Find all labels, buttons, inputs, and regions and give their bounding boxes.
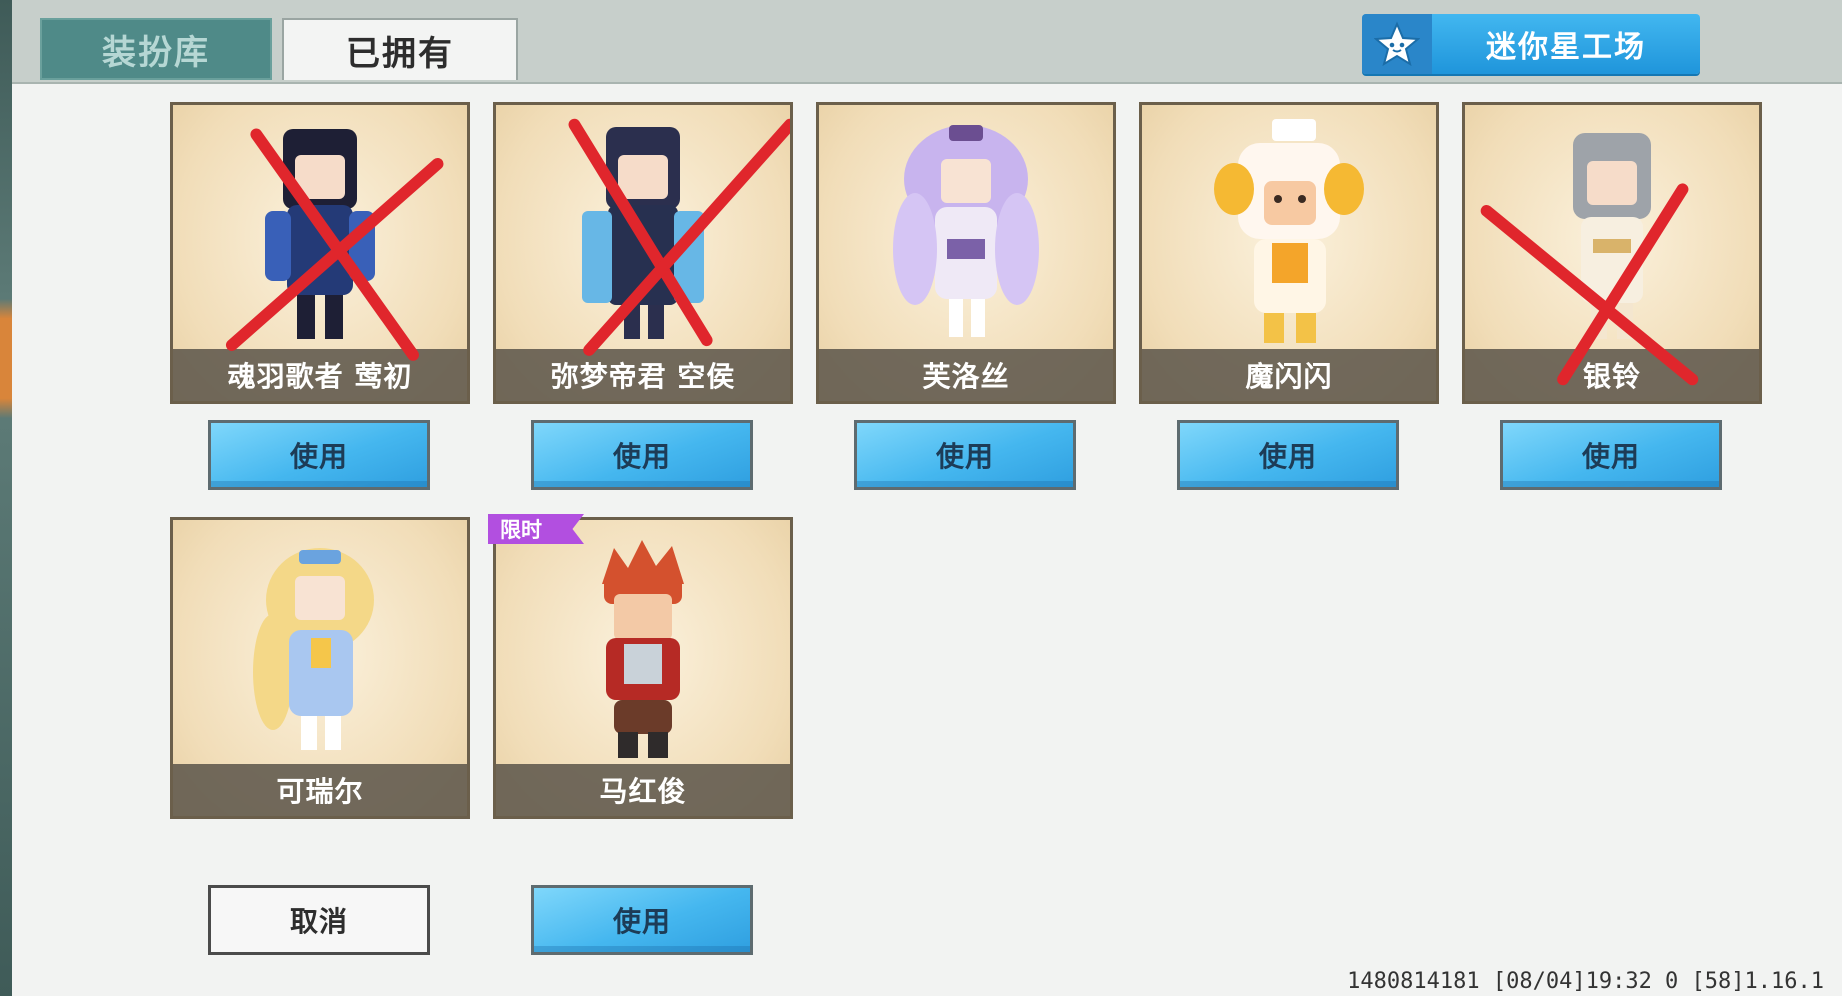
character-figure xyxy=(1573,133,1651,339)
tab-owned[interactable]: 已拥有 xyxy=(282,18,518,80)
skin-name: 弥梦帝君 空侯 xyxy=(496,349,790,401)
skin-card-5[interactable]: 银铃 xyxy=(1462,102,1762,404)
skin-name: 芙洛丝 xyxy=(819,349,1113,401)
skin-card-6[interactable]: 可瑞尔 xyxy=(170,517,470,819)
mini-workshop-button[interactable]: 迷你星工场 xyxy=(1362,14,1700,74)
cancel-button[interactable]: 取消 xyxy=(208,885,430,955)
skin-card-1[interactable]: 魂羽歌者 莺初 xyxy=(170,102,470,404)
skin-card-2[interactable]: 弥梦帝君 空侯 xyxy=(493,102,793,404)
left-edge-strip xyxy=(0,0,12,996)
character-figure xyxy=(602,540,684,758)
use-button[interactable]: 使用 xyxy=(531,420,753,490)
character-figure xyxy=(265,129,375,339)
skin-name: 魂羽歌者 莺初 xyxy=(173,349,467,401)
use-button[interactable]: 使用 xyxy=(531,885,753,955)
use-button[interactable]: 使用 xyxy=(1177,420,1399,490)
mini-workshop-label: 迷你星工场 xyxy=(1486,30,1646,65)
skin-name: 马红俊 xyxy=(496,764,790,816)
skin-card-4[interactable]: 魔闪闪 xyxy=(1139,102,1439,404)
character-figure xyxy=(1214,119,1364,343)
character-figure xyxy=(582,127,704,339)
skin-name: 银铃 xyxy=(1465,349,1759,401)
status-footer: 1480814181 [08/04]19:32 0 [58]1.16.1 xyxy=(1347,969,1824,994)
top-bar: 装扮库 已拥有 迷你星工场 xyxy=(12,0,1842,84)
character-figure xyxy=(893,125,1039,337)
character-figure xyxy=(253,548,374,750)
use-button[interactable]: 使用 xyxy=(208,420,430,490)
tab-wardrobe[interactable]: 装扮库 xyxy=(40,18,272,80)
use-button[interactable]: 使用 xyxy=(1500,420,1722,490)
limited-time-badge: 限时 xyxy=(488,514,584,544)
skin-name: 魔闪闪 xyxy=(1142,349,1436,401)
use-button[interactable]: 使用 xyxy=(854,420,1076,490)
skin-card-7[interactable]: 马红俊 xyxy=(493,517,793,819)
star-icon xyxy=(1362,14,1432,74)
skin-card-3[interactable]: 芙洛丝 xyxy=(816,102,1116,404)
skin-name: 可瑞尔 xyxy=(173,764,467,816)
